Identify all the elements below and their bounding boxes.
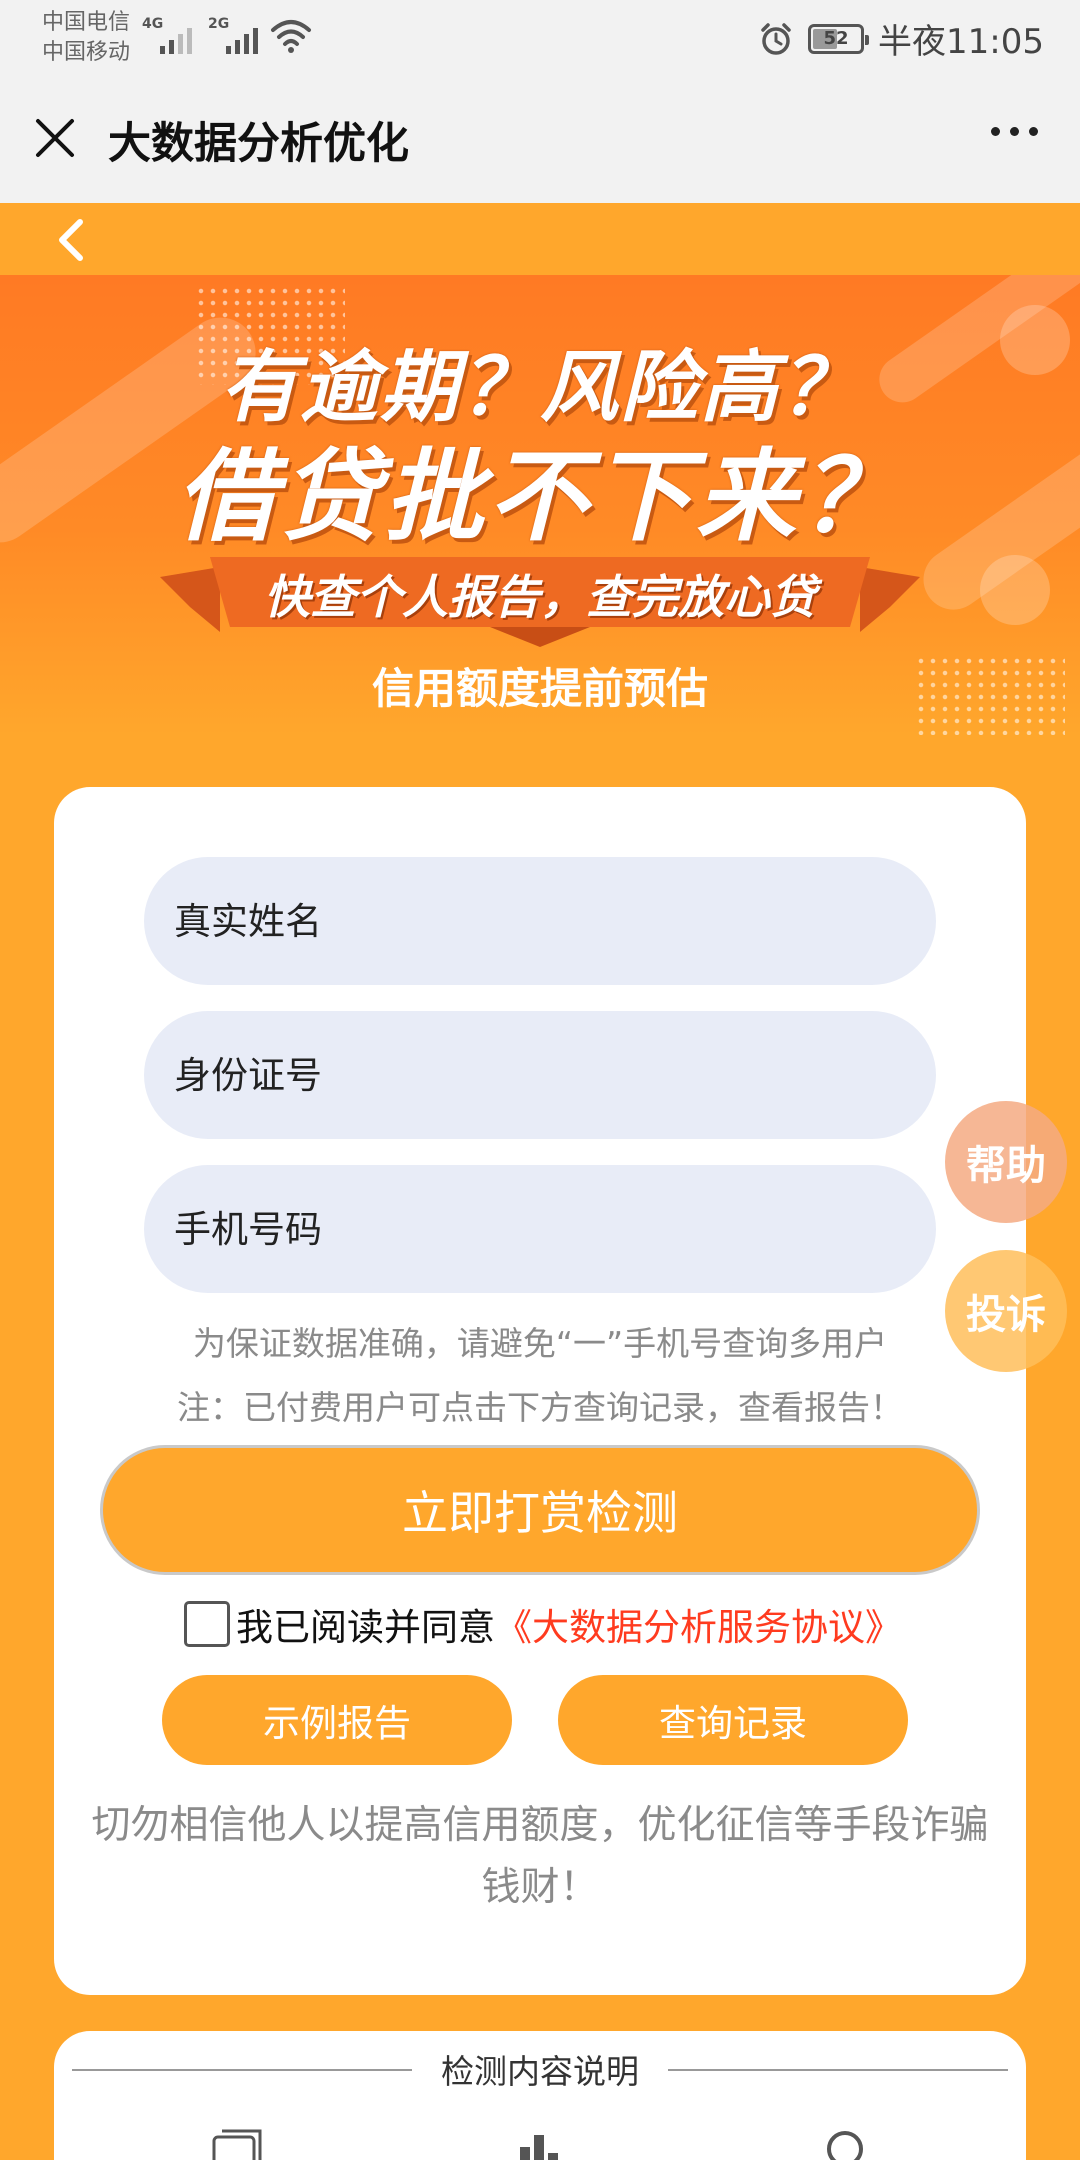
carrier-names: 中国电信 中国移动 — [42, 8, 130, 68]
phone-input[interactable] — [144, 1165, 936, 1293]
battery-level: 52 — [823, 28, 849, 49]
close-icon[interactable] — [30, 113, 80, 163]
status-bar: 中国电信 中国移动 4G 2G 52 半夜11:05 — [0, 0, 1080, 75]
complain-float-button[interactable]: 投诉 — [945, 1250, 1067, 1372]
clock: 半夜11:05 — [878, 22, 1044, 62]
agreement-checkbox[interactable] — [184, 1601, 230, 1647]
help-float-button[interactable]: 帮助 — [945, 1101, 1067, 1223]
back-bar — [0, 203, 1080, 275]
banner-ribbon: 快查个人报告，查完放心贷 — [160, 537, 920, 647]
page-title: 大数据分析优化 — [108, 119, 409, 169]
agreement-text: 我已阅读并同意 — [236, 1606, 495, 1649]
carrier-1: 中国电信 — [42, 10, 131, 35]
query-records-button[interactable]: 查询记录 — [558, 1675, 908, 1765]
chevron-left-icon[interactable] — [52, 217, 92, 263]
detection-section-title: 检测内容说明 — [441, 2052, 639, 2091]
detection-info-card: 检测内容说明 — [54, 2031, 1026, 2160]
carrier-2: 中国移动 — [42, 40, 131, 65]
promo-banner: 有逾期？风险高？ 借贷批不下来？ 快查个人报告，查完放心贷 信用额度提前预估 — [0, 275, 1080, 735]
battery-icon: 52 — [808, 23, 870, 54]
more-icon[interactable] — [991, 127, 1038, 136]
wifi-icon — [271, 20, 311, 53]
sample-report-button[interactable]: 示例报告 — [162, 1675, 512, 1765]
banner-ribbon-text: 快查个人报告，查完放心贷 — [264, 570, 816, 624]
banner-circle — [980, 555, 1050, 625]
title-bar: 大数据分析优化 — [0, 75, 1080, 203]
submit-detect-button[interactable]: 立即打赏检测 — [100, 1445, 980, 1575]
alarm-icon — [761, 22, 791, 55]
query-form-card: 为保证数据准确，请避免“一”手机号查询多用户 注：已付费用户可点击下方查询记录，… — [54, 787, 1026, 1995]
fraud-warning: 切勿相信他人以提高信用额度，优化征信等手段诈骗钱财！ — [91, 1803, 989, 1910]
data-accuracy-note: 为保证数据准确，请避免“一”手机号查询多用户 — [192, 1324, 888, 1363]
name-input[interactable] — [144, 857, 936, 985]
document-stack-icon — [212, 2129, 262, 2160]
agreement-row: 我已阅读并同意 《大数据分析服务协议》 — [184, 1597, 902, 1651]
building-chart-icon — [520, 2135, 558, 2160]
agreement-link[interactable]: 《大数据分析服务协议》 — [495, 1597, 902, 1651]
paid-user-note: 注：已付费用户可点击下方查询记录，查看报告！ — [177, 1388, 903, 1427]
user-profile-icon — [827, 2131, 863, 2160]
id-number-input[interactable] — [144, 1011, 936, 1139]
banner-subtitle: 信用额度提前预估 — [371, 664, 708, 713]
